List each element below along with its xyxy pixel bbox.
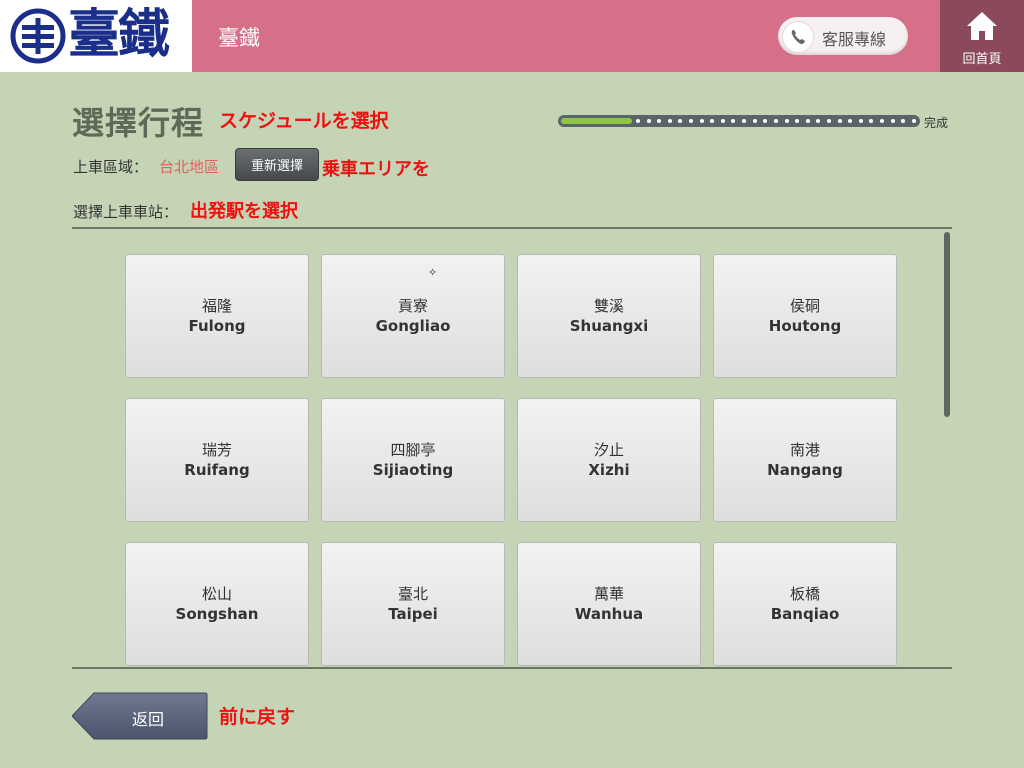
- station-name-en: Xizhi: [588, 461, 630, 479]
- progress-step-dot: [742, 119, 747, 123]
- station-name-zh: 雙溪: [593, 297, 624, 315]
- scrollbar[interactable]: [944, 232, 950, 417]
- page-title: 選擇行程: [72, 104, 205, 142]
- station-name-zh: 南港: [789, 441, 820, 459]
- station-name-en: Houtong: [768, 317, 842, 335]
- station-button[interactable]: 侯硐 Houtong: [713, 254, 897, 378]
- home-button[interactable]: 回首頁: [940, 0, 1024, 72]
- station-name-zh: 四腳亭: [390, 441, 436, 459]
- station-name-en: Taipei: [388, 605, 438, 623]
- home-label: 回首頁: [962, 52, 1002, 67]
- station-name-en: Nangang: [767, 461, 843, 479]
- progress-step-dot: [805, 119, 810, 123]
- station-name-en: Fulong: [188, 317, 246, 335]
- progress-step-dot: [795, 119, 800, 123]
- progress-step-dot: [646, 119, 651, 123]
- station-name-zh: 福隆: [201, 297, 232, 315]
- station-button[interactable]: 瑞芳 Ruifang: [125, 398, 309, 522]
- back-label: 返回: [131, 710, 164, 729]
- station-name-en: Shuangxi: [569, 317, 649, 335]
- progress-step-dot: [901, 119, 906, 123]
- station-name-zh: 侯硐: [789, 297, 820, 315]
- station-button[interactable]: 萬華 Wanhua: [517, 542, 701, 666]
- station-name-zh: 汐止: [593, 441, 624, 459]
- tra-emblem-icon: [10, 8, 66, 64]
- progress-step-dot: [689, 119, 694, 123]
- station-name-zh: 板橋: [789, 585, 820, 603]
- station-name-zh: 臺北: [397, 585, 428, 603]
- station-name-zh: 貢寮: [397, 297, 428, 315]
- station-name-zh: 萬華: [593, 585, 624, 603]
- station-button[interactable]: 松山 Songshan: [125, 542, 309, 666]
- boarding-area-label: 上車區域：: [73, 158, 149, 176]
- progress-step-dot: [763, 119, 768, 123]
- progress-steps: [636, 118, 916, 124]
- progress-step-dot: [869, 119, 874, 123]
- reselect-button[interactable]: 重新選擇: [235, 148, 319, 181]
- station-button[interactable]: 板橋 Banqiao: [713, 542, 897, 666]
- top-header: 臺鐵 臺鐵 客服專線 回首頁: [0, 0, 1024, 72]
- station-annotation: 出発駅を選択: [190, 201, 298, 222]
- station-button[interactable]: 四腳亭 Sijiaoting: [321, 398, 505, 522]
- tra-logo: 臺鐵: [0, 0, 192, 72]
- progress-fill: [561, 118, 632, 124]
- customer-service-label: 客服專線: [822, 30, 887, 49]
- progress-step-dot: [816, 119, 821, 123]
- station-name-zh: 瑞芳: [201, 441, 232, 459]
- header-title: 臺鐵: [218, 26, 260, 50]
- station-name-en: Wanhua: [574, 605, 644, 623]
- cursor-marker: ✧: [428, 266, 438, 279]
- station-button[interactable]: 雙溪 Shuangxi: [517, 254, 701, 378]
- progress-step-dot: [710, 119, 715, 123]
- progress-step-dot: [720, 119, 725, 123]
- progress-step-dot: [678, 119, 683, 123]
- progress-step-dot: [890, 119, 895, 123]
- station-button[interactable]: 汐止 Xizhi: [517, 398, 701, 522]
- station-button[interactable]: 南港 Nangang: [713, 398, 897, 522]
- station-button[interactable]: 臺北 Taipei: [321, 542, 505, 666]
- station-name-en: Sijiaoting: [372, 461, 454, 479]
- station-name-en: Songshan: [175, 605, 259, 623]
- progress-bar: [558, 115, 920, 127]
- station-button[interactable]: 貢寮 Gongliao: [321, 254, 505, 378]
- divider-top: [72, 227, 952, 229]
- back-button[interactable]: 返回: [71, 692, 208, 740]
- progress-step-dot: [636, 119, 640, 123]
- progress-step-dot: [911, 119, 916, 123]
- customer-service-button[interactable]: 客服專線: [778, 17, 908, 55]
- phone-icon: [782, 21, 814, 53]
- logo-text: 臺鐵: [68, 4, 170, 65]
- boarding-area-value: 台北地區: [159, 158, 220, 176]
- divider-bottom: [72, 667, 952, 669]
- progress-step-dot: [784, 119, 789, 123]
- station-button[interactable]: 福隆 Fulong: [125, 254, 309, 378]
- progress-step-dot: [858, 119, 863, 123]
- home-icon: [967, 12, 997, 40]
- progress-step-dot: [752, 119, 757, 123]
- progress-step-dot: [667, 119, 672, 123]
- station-grid: 福隆 Fulong 貢寮 Gongliao 雙溪 Shuangxi 侯硐 Houtong 瑞芳 R…: [125, 254, 899, 668]
- progress-step-dot: [826, 119, 831, 123]
- boarding-station-label: 選擇上車車站：: [73, 203, 179, 221]
- progress-label: 完成: [924, 116, 949, 130]
- back-annotation: 前に戻す: [219, 706, 296, 728]
- progress-step-dot: [880, 119, 885, 123]
- progress-step-dot: [699, 119, 704, 123]
- progress-step-dot: [773, 119, 778, 123]
- progress-step-dot: [837, 119, 842, 123]
- station-name-en: Ruifang: [184, 461, 250, 479]
- area-annotation: 乗車エリアを: [322, 159, 430, 180]
- progress-step-dot: [848, 119, 853, 123]
- progress-step-dot: [731, 119, 736, 123]
- title-annotation: スケジュールを選択: [219, 110, 389, 132]
- progress-step-dot: [657, 119, 662, 123]
- station-name-en: Gongliao: [375, 317, 451, 335]
- station-name-zh: 松山: [201, 585, 232, 603]
- station-name-en: Banqiao: [770, 605, 840, 623]
